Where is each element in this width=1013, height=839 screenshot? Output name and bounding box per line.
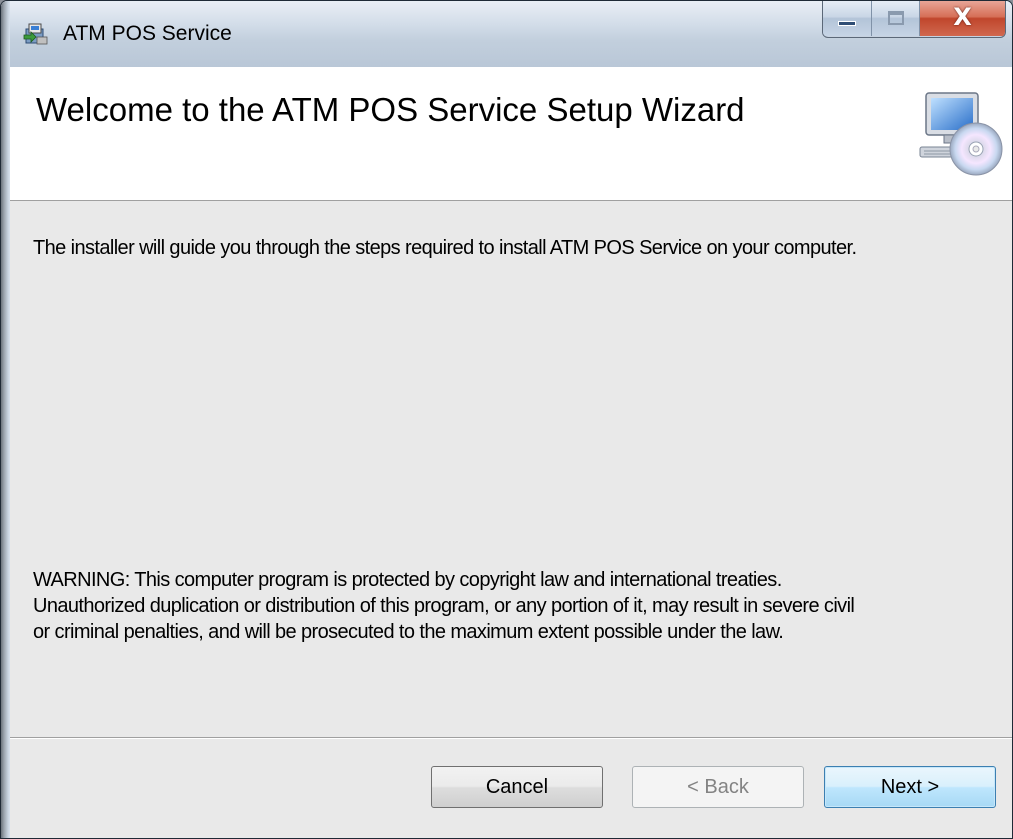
warning-line: or criminal penalties, and will be prose… xyxy=(33,621,784,643)
window-title: ATM POS Service xyxy=(63,22,232,45)
warning-line: WARNING: This computer program is protec… xyxy=(33,569,782,591)
maximize-icon xyxy=(888,11,904,25)
close-button[interactable]: X xyxy=(919,1,1005,36)
caption-buttons: X xyxy=(822,1,1006,38)
computer-cd-setup-icon xyxy=(919,92,1003,176)
minimize-icon xyxy=(838,21,856,26)
wizard-header: Welcome to the ATM POS Service Setup Wiz… xyxy=(10,67,1012,201)
warning-line: Unauthorized duplication or distribution… xyxy=(33,595,855,617)
copyright-warning: WARNING: This computer program is protec… xyxy=(33,567,993,645)
page-title: Welcome to the ATM POS Service Setup Wiz… xyxy=(36,91,745,128)
installer-package-icon[interactable] xyxy=(23,21,49,47)
minimize-button[interactable] xyxy=(823,1,871,36)
back-button[interactable]: < Back xyxy=(632,766,804,808)
wizard-content: The installer will guide you through the… xyxy=(10,201,1012,737)
next-button[interactable]: Next > xyxy=(824,766,996,808)
cancel-button[interactable]: Cancel xyxy=(431,766,603,808)
installer-window: ATM POS Service X Welcome to the ATM POS… xyxy=(0,0,1013,839)
wizard-footer: Cancel < Back Next > xyxy=(10,737,1012,838)
close-icon: X xyxy=(953,3,972,31)
title-bar[interactable]: ATM POS Service X xyxy=(1,1,1012,67)
intro-text: The installer will guide you through the… xyxy=(33,237,857,259)
maximize-button[interactable] xyxy=(871,1,919,36)
